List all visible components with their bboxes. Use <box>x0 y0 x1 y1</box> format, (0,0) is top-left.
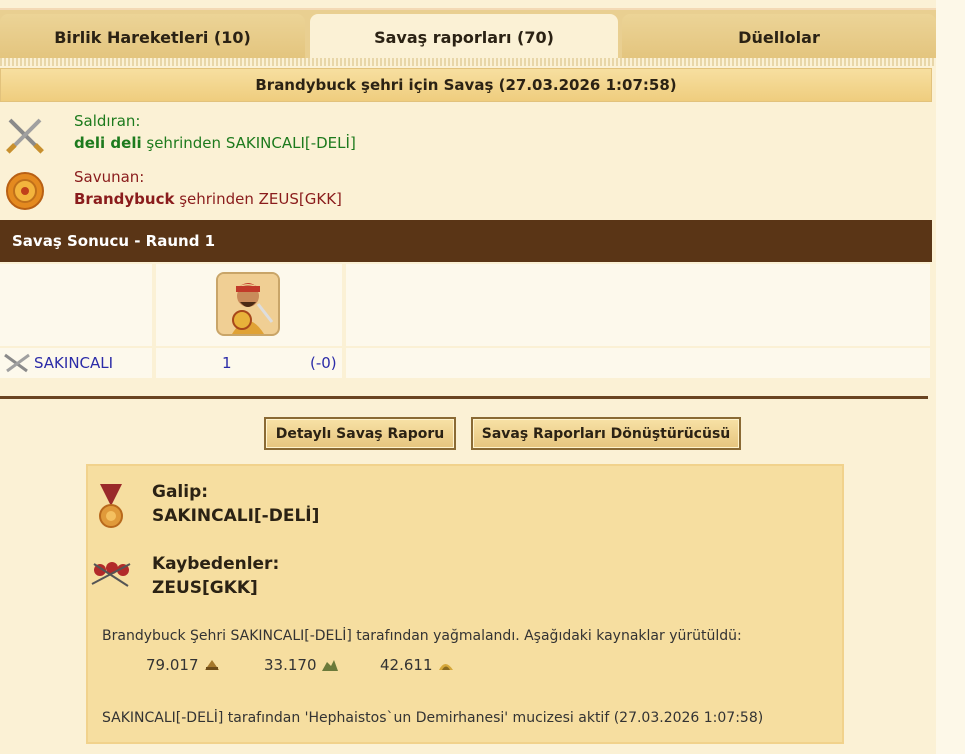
shield-icon <box>6 172 44 210</box>
attacker-city-link[interactable]: deli deli <box>74 134 142 152</box>
defender-section: Savunan: Brandybuck şehrinden ZEUS[GKK] <box>0 164 932 216</box>
attacker-section: Saldıran: deli deli şehrinden SAKINCALI[… <box>0 108 932 160</box>
attacker-label: Saldıran: <box>74 112 141 130</box>
losers-name[interactable]: ZEUS[GKK] <box>152 578 258 598</box>
table-filler-cell <box>346 348 930 378</box>
silver-icon <box>438 664 453 670</box>
defender-city-link[interactable]: Brandybuck <box>74 190 174 208</box>
miracle-text: SAKINCALI[-DELİ] tarafından 'Hephaistos`… <box>102 710 764 726</box>
attacker-connector: şehrinden <box>141 134 226 152</box>
defender-label: Savunan: <box>74 168 145 186</box>
losers-label: Kaybedenler: <box>152 554 280 574</box>
tab-unit-movements[interactable]: Birlik Hareketleri (10) <box>0 14 305 60</box>
battle-result-panel: Galip: SAKINCALI[-DELİ] Kaybedenler: ZEU… <box>86 464 844 744</box>
fallen-soldiers-icon <box>91 562 131 587</box>
crossed-swords-icon <box>4 353 30 373</box>
crossed-swords-icon <box>6 118 44 154</box>
defender-connector: şehrinden <box>174 190 259 208</box>
unit-count-cell: 1 (-0) <box>156 348 342 378</box>
hoplite-unit-icon[interactable] <box>216 272 280 336</box>
table-filler-cell <box>346 264 930 346</box>
resource-stone: 33.170 <box>264 656 339 674</box>
unit-owner-link[interactable]: SAKINCALI <box>34 354 113 372</box>
winner-label: Galip: <box>152 482 209 502</box>
attacker-line: deli deli şehrinden SAKINCALI[-DELİ] <box>74 134 356 152</box>
hoplite-portrait-icon <box>218 274 278 334</box>
report-title: Brandybuck şehri için Savaş (27.03.2026 … <box>0 68 932 102</box>
resource-silver: 42.611 <box>380 656 455 674</box>
right-margin <box>936 0 965 754</box>
resource-wood: 79.017 <box>146 656 221 674</box>
resource-value: 79.017 <box>146 656 199 674</box>
tab-battle-reports[interactable]: Savaş raporları (70) <box>310 14 618 60</box>
loot-text: Brandybuck Şehri SAKINCALI[-DELİ] tarafı… <box>102 628 742 644</box>
stone-icon <box>321 660 338 671</box>
detailed-report-button[interactable]: Detaylı Savaş Raporu <box>264 417 456 450</box>
resource-value: 33.170 <box>264 656 317 674</box>
table-row: SAKINCALI <box>0 348 152 378</box>
table-corner-cell <box>0 264 152 346</box>
round-header: Savaş Sonucu - Raund 1 <box>0 220 932 262</box>
tab-bar: Birlik Hareketleri (10) Savaş raporları … <box>0 8 936 60</box>
unit-loss: (-0) <box>310 354 337 372</box>
tab-divider <box>0 58 936 66</box>
defender-line: Brandybuck şehrinden ZEUS[GKK] <box>74 190 342 208</box>
unit-header-cell <box>156 264 342 346</box>
defender-player-link[interactable]: ZEUS[GKK] <box>259 190 342 208</box>
wood-icon <box>204 660 219 670</box>
winner-name[interactable]: SAKINCALI[-DELİ] <box>152 506 319 526</box>
report-converter-button[interactable]: Savaş Raporları Dönüştürücüsü <box>471 417 741 450</box>
round-table: SAKINCALI 1 (-0) <box>0 262 932 380</box>
unit-count: 1 <box>222 354 232 372</box>
resource-value: 42.611 <box>380 656 433 674</box>
tab-duels[interactable]: Düellolar <box>622 14 936 60</box>
section-divider <box>0 396 928 399</box>
medal-icon <box>99 484 123 528</box>
attacker-player-link[interactable]: SAKINCALI[-DELİ] <box>226 134 356 152</box>
